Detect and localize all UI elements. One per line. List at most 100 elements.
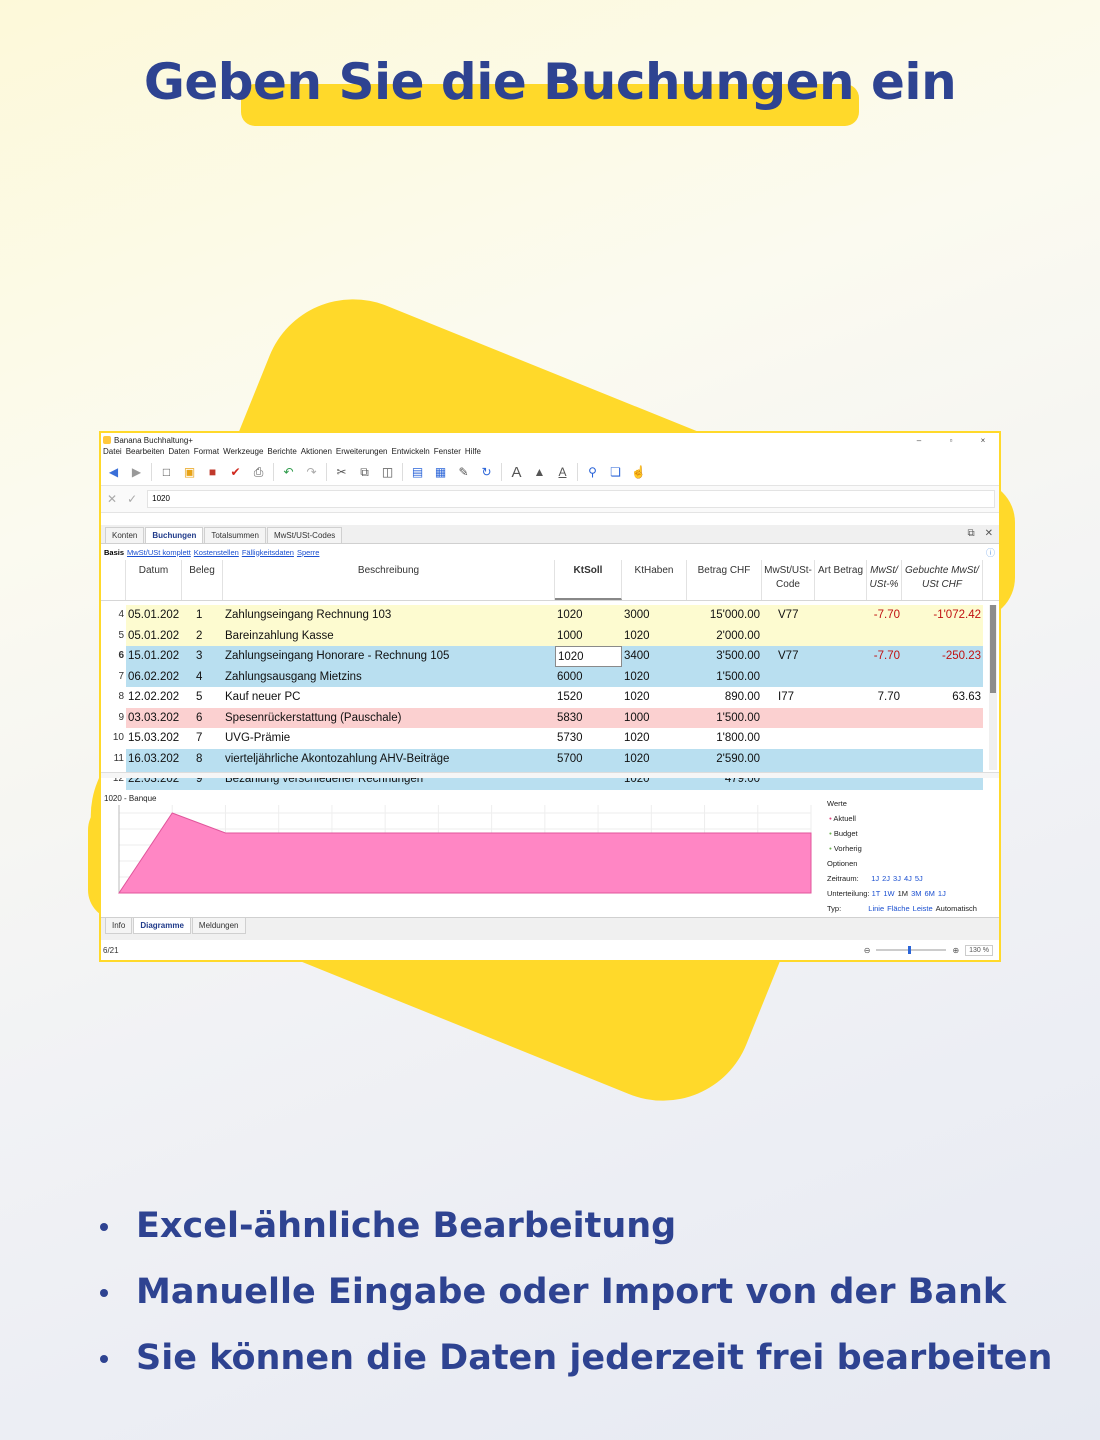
cell-kthaben[interactable]: 3400 — [622, 646, 687, 667]
zeitraum-1j[interactable]: 1J — [871, 874, 879, 883]
cell-pct[interactable] — [867, 708, 902, 729]
vertical-scrollbar[interactable] — [989, 605, 997, 770]
col-art-betrag[interactable]: Art Betrag — [815, 560, 867, 600]
table-icon[interactable]: ▦ — [432, 464, 449, 481]
cell-gebucht[interactable]: 63.63 — [902, 687, 983, 708]
cell-pct[interactable] — [867, 667, 902, 688]
table-row[interactable]: 7 06.02.202 4 Zahlungsausgang Mietzins 6000 1… — [101, 666, 999, 688]
search-icon[interactable]: ⚲ — [584, 464, 601, 481]
save-icon[interactable]: ■ — [204, 464, 221, 481]
table-row[interactable]: 10 15.03.202 7 UVG-Prämie 5730 1020 1'800.00 — [101, 728, 999, 749]
zeitraum-5j[interactable]: 5J — [915, 874, 923, 883]
cell-gebucht[interactable] — [902, 667, 983, 688]
cell-beleg[interactable]: 7 — [182, 728, 223, 749]
paste-icon[interactable]: ◫ — [379, 464, 396, 481]
cell-kthaben[interactable]: 1020 — [622, 749, 687, 770]
tab-mwst-codes[interactable]: MwSt/USt-Codes — [266, 527, 343, 543]
view-sperre[interactable]: Sperre — [297, 548, 320, 557]
cell-code[interactable]: V77 — [762, 646, 815, 667]
cell-beschreibung[interactable]: Zahlungsausgang Mietzins — [223, 667, 555, 688]
view-kostenstellen[interactable]: Kostenstellen — [194, 548, 239, 557]
window-icon[interactable]: ❏ — [607, 464, 624, 481]
col-gebuchte-mwst[interactable]: Gebuchte MwSt/ USt CHF — [902, 560, 983, 600]
menu-erweiterungen[interactable]: Erweiterungen — [336, 447, 388, 459]
minimize-button[interactable]: – — [903, 436, 935, 445]
unterteilung-3m[interactable]: 3M — [911, 889, 921, 898]
col-mwst-pct[interactable]: MwSt/ USt-% — [867, 560, 902, 600]
col-datum[interactable]: Datum — [126, 560, 182, 600]
cell-beleg[interactable]: 1 — [182, 605, 223, 626]
cell-code[interactable]: I77 — [762, 687, 815, 708]
bottom-tab-diagramme[interactable]: Diagramme — [133, 918, 191, 934]
typ-linie[interactable]: Linie — [868, 904, 884, 913]
cell-beschreibung[interactable]: Spesenrückerstattung (Pauschale) — [223, 708, 555, 729]
cell-datum[interactable]: 05.01.202 — [126, 605, 182, 626]
menu-fenster[interactable]: Fenster — [434, 447, 461, 459]
zeitraum-4j[interactable]: 4J — [904, 874, 912, 883]
menu-bearbeiten[interactable]: Bearbeiten — [126, 447, 165, 459]
zeitraum-2j[interactable]: 2J — [882, 874, 890, 883]
table-row[interactable]: 8 12.02.202 5 Kauf neuer PC 1520 1020 890.00 I7… — [101, 687, 999, 708]
cell-pct[interactable]: -7.70 — [867, 646, 902, 667]
unterteilung-6m[interactable]: 6M — [924, 889, 934, 898]
cell-ktsoll[interactable]: 5830 — [555, 708, 622, 729]
cell-betrag[interactable]: 1'500.00 — [687, 667, 762, 688]
cell-ktsoll[interactable]: 1000 — [555, 626, 622, 647]
zoom-out-icon[interactable]: ⊖ — [864, 946, 871, 955]
cell-kthaben[interactable]: 1000 — [622, 708, 687, 729]
cell-gebucht[interactable] — [902, 749, 983, 770]
menu-werkzeuge[interactable]: Werkzeuge — [223, 447, 263, 459]
col-betrag[interactable]: Betrag CHF — [687, 560, 762, 600]
fill-color-icon[interactable]: ▲ — [531, 464, 548, 481]
zoom-slider[interactable] — [876, 946, 947, 954]
cell-code[interactable] — [762, 667, 815, 688]
cell-pct[interactable] — [867, 728, 902, 749]
cell-beleg[interactable]: 6 — [182, 708, 223, 729]
cell-beleg[interactable]: 2 — [182, 626, 223, 647]
cell-pct[interactable] — [867, 749, 902, 770]
pdf-icon[interactable]: ✔ — [227, 464, 244, 481]
panel-splitter[interactable] — [101, 772, 999, 778]
zoom-in-icon[interactable]: ⊕ — [952, 946, 959, 955]
cell-ktsoll[interactable]: 5730 — [555, 728, 622, 749]
zeitraum-3j[interactable]: 3J — [893, 874, 901, 883]
confirm-edit-icon[interactable]: ✓ — [127, 492, 137, 506]
cell-gebucht[interactable] — [902, 708, 983, 729]
copy-icon[interactable]: ⧉ — [356, 464, 373, 481]
cell-betrag[interactable]: 890.00 — [687, 687, 762, 708]
menu-aktionen[interactable]: Aktionen — [301, 447, 332, 459]
table-row[interactable]: 5 05.01.202 2 Bareinzahlung Kasse 1000 1020 2'… — [101, 625, 999, 647]
table-row[interactable]: 6 15.01.202 3 Zahlungseingang Honorare - Re… — [101, 646, 999, 667]
cell-pct[interactable]: -7.70 — [867, 605, 902, 626]
cell-ktsoll[interactable]: 1020 — [555, 605, 622, 626]
like-icon[interactable]: ☝ — [630, 464, 647, 481]
cell-code[interactable] — [762, 708, 815, 729]
col-mwst-code[interactable]: MwSt/USt- Code — [762, 560, 815, 600]
tab-totalsummen[interactable]: Totalsummen — [204, 527, 266, 543]
cut-icon[interactable]: ✂ — [333, 464, 350, 481]
cell-datum[interactable]: 15.01.202 — [126, 646, 182, 667]
cell-betrag[interactable]: 1'800.00 — [687, 728, 762, 749]
cell-betrag[interactable]: 1'500.00 — [687, 708, 762, 729]
werte-budget[interactable]: • Budget — [827, 826, 977, 841]
tab-konten[interactable]: Konten — [105, 527, 145, 543]
cell-kthaben[interactable]: 1020 — [622, 728, 687, 749]
edit-icon[interactable]: ✎ — [455, 464, 472, 481]
unterteilung-1m[interactable]: 1M — [898, 889, 908, 898]
cell-datum[interactable]: 12.02.202 — [126, 687, 182, 708]
restore-panel-icon[interactable]: ⧉ — [967, 528, 974, 539]
cell-beschreibung[interactable]: vierteljährliche Akontozahlung AHV-Beitr… — [223, 749, 555, 770]
new-file-icon[interactable]: □ — [158, 464, 175, 481]
refresh-icon[interactable]: ↻ — [478, 464, 495, 481]
table-row[interactable]: 9 03.03.202 6 Spesenrückerstattung (Pauscha… — [101, 707, 999, 729]
redo-icon[interactable]: ↷ — [303, 464, 320, 481]
cell-beschreibung[interactable]: Bareinzahlung Kasse — [223, 626, 555, 647]
cell-datum[interactable]: 15.03.202 — [126, 728, 182, 749]
cell-code[interactable] — [762, 728, 815, 749]
cell-kthaben[interactable]: 1020 — [622, 626, 687, 647]
cell-kthaben[interactable]: 1020 — [622, 687, 687, 708]
print-preview-icon[interactable]: ⎙ — [250, 464, 267, 481]
typ-leiste[interactable]: Leiste — [913, 904, 933, 913]
cell-ktsoll[interactable]: 5700 — [555, 749, 622, 770]
cell-beschreibung[interactable]: Zahlungseingang Rechnung 103 — [223, 605, 555, 626]
